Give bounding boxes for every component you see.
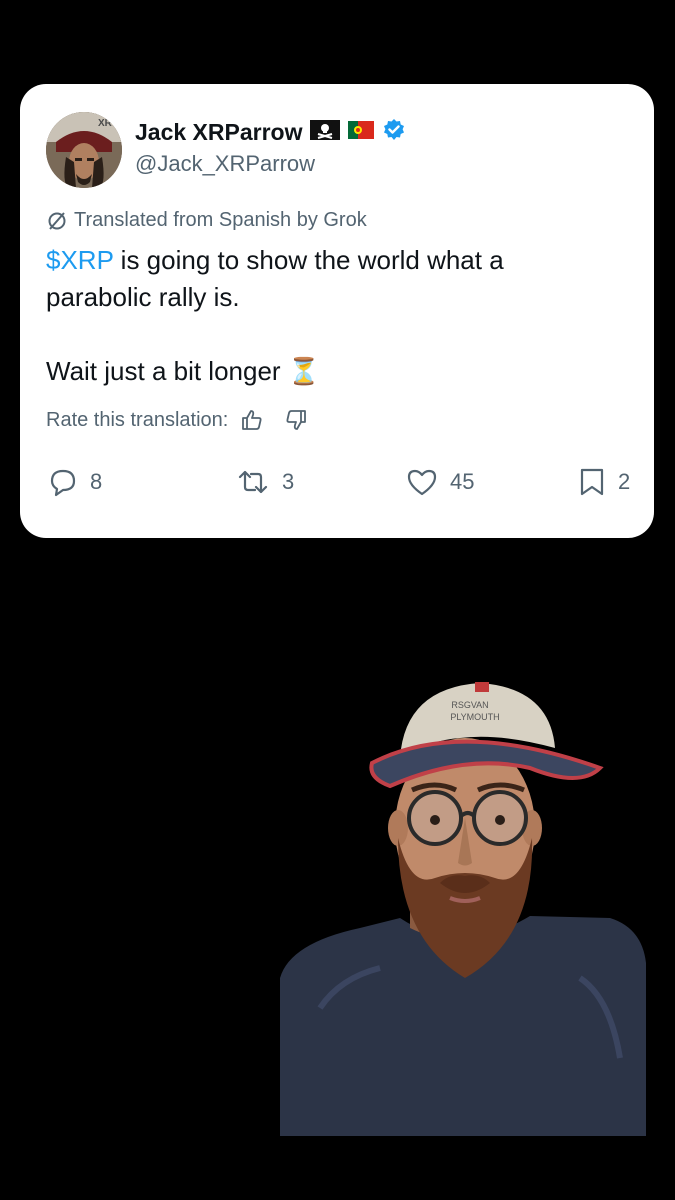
portugal-flag-icon [348, 120, 375, 144]
pirate-flag-icon [310, 119, 341, 146]
repost-icon [238, 470, 268, 494]
avatar-text: XR [98, 118, 113, 129]
reply-count: 8 [90, 469, 103, 494]
cap-text-1: RSGVAN [451, 700, 488, 710]
like-count: 45 [450, 469, 475, 494]
bookmark-button[interactable]: 2 [578, 467, 630, 497]
bookmark-count: 2 [618, 469, 631, 494]
heart-icon [407, 469, 437, 496]
rate-translation: Rate this translation: [46, 408, 308, 432]
tweet-line-3: Wait just a bit longer ⏳ [46, 356, 321, 386]
handle[interactable]: @Jack_XRParrow [135, 151, 315, 177]
selfie-overlay-image: RSGVAN PLYMOUTH [280, 682, 646, 1136]
tweet-card[interactable]: XR Jack XRParrow @Jack_XRParrow Translat… [20, 84, 654, 538]
like-button[interactable]: 45 [406, 467, 474, 497]
tweet-text: $XRP is going to show the world what a p… [46, 242, 626, 390]
reply-button[interactable]: 8 [48, 467, 102, 497]
cap-text-2: PLYMOUTH [450, 712, 499, 722]
bookmark-icon [580, 468, 604, 496]
display-name[interactable]: Jack XRParrow [135, 119, 302, 146]
translation-note-text: Translated from Spanish by Grok [74, 209, 367, 231]
translate-icon [48, 211, 66, 230]
repost-count: 3 [282, 469, 295, 494]
action-bar: 8 3 45 2 [44, 467, 630, 505]
translation-note: Translated from Spanish by Grok [46, 209, 367, 232]
verified-badge-icon [382, 118, 406, 147]
rate-label: Rate this translation: [46, 408, 229, 431]
thumbs-up-icon[interactable] [240, 408, 264, 432]
name-row: Jack XRParrow [135, 117, 406, 147]
repost-button[interactable]: 3 [236, 467, 294, 497]
tweet-line-1: $XRP is going to show the world what a [46, 242, 626, 279]
cashtag-link[interactable]: $XRP [46, 245, 113, 275]
reply-icon [50, 469, 76, 497]
tweet-line-1-text: is going to show the world what a [113, 245, 504, 275]
tweet-line-2: parabolic rally is. [46, 282, 240, 312]
thumbs-down-icon[interactable] [284, 408, 308, 432]
avatar[interactable]: XR [46, 112, 122, 188]
